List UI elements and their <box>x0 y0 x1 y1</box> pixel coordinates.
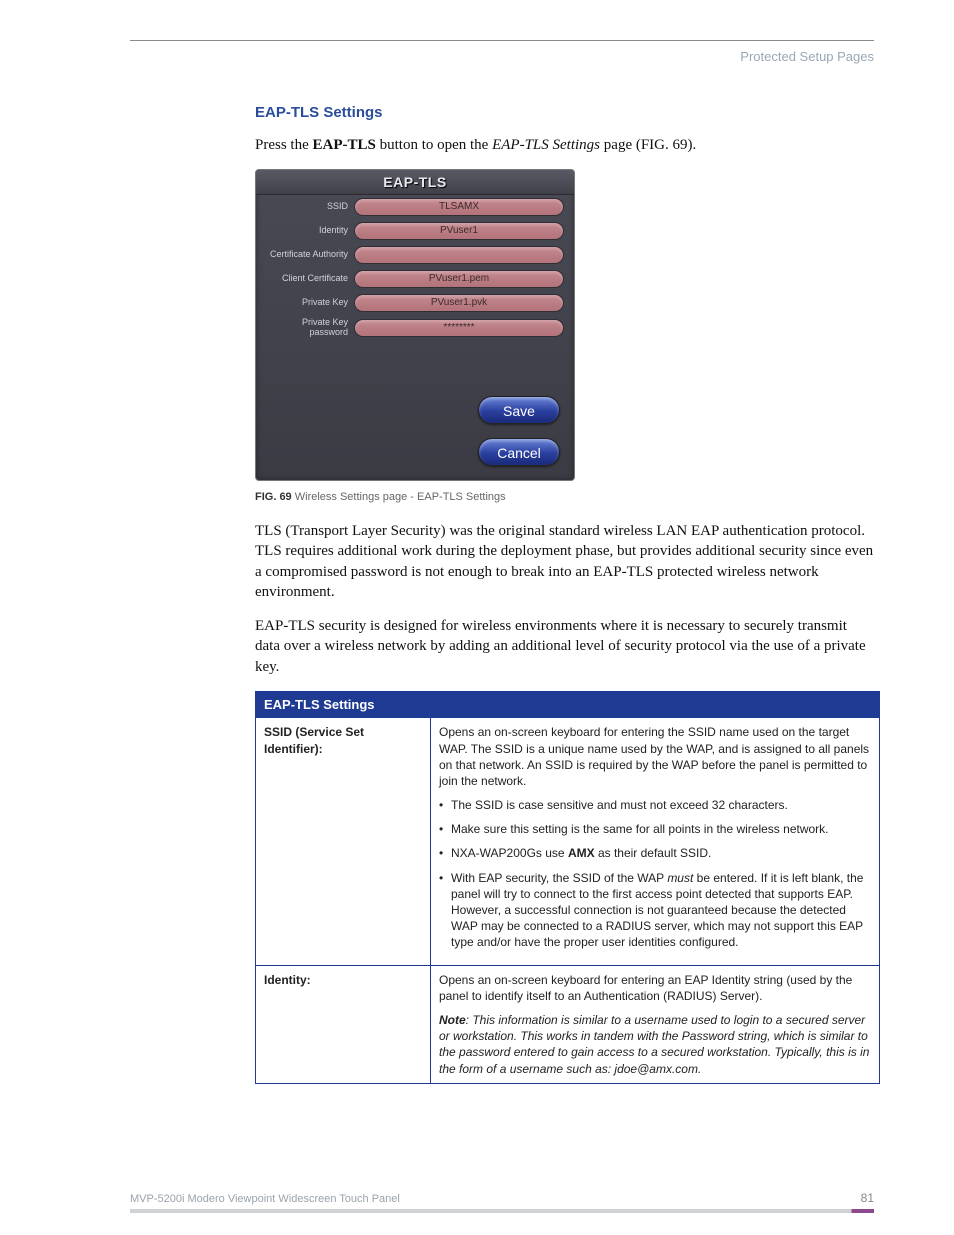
ssid-bullet-3: NXA-WAP200Gs use AMX as their default SS… <box>439 845 871 861</box>
table-desc-identity: Opens an on-screen keyboard for entering… <box>431 965 880 1083</box>
cancel-button[interactable]: Cancel <box>478 438 560 466</box>
ssid-bullet-4: With EAP security, the SSID of the WAP m… <box>439 870 871 951</box>
intro-paragraph: Press the EAP-TLS button to open the EAP… <box>255 135 874 155</box>
table-row: Identity: Opens an on-screen keyboard fo… <box>256 965 880 1083</box>
table-desc-ssid: Opens an on-screen keyboard for entering… <box>431 718 880 965</box>
eap-tls-settings-table: EAP-TLS Settings SSID (Service Set Ident… <box>255 691 880 1084</box>
page-number: 81 <box>861 1191 874 1205</box>
figure-caption-text: Wireless Settings page - EAP-TLS Setting… <box>292 491 506 503</box>
eap-label-ssid: SSID <box>266 202 354 212</box>
table-label-identity: Identity: <box>256 965 431 1083</box>
eap-row-identity: Identity PVuser1 <box>256 219 574 243</box>
eap-row-ssid: SSID TLSAMX <box>256 195 574 219</box>
eap-field-private-key[interactable]: PVuser1.pvk <box>354 294 564 312</box>
eap-label-private-key: Private Key <box>266 298 354 308</box>
intro-mid: button to open the <box>376 137 492 153</box>
header-section-label: Protected Setup Pages <box>130 49 874 64</box>
intro-prefix: Press the <box>255 137 313 153</box>
figure-caption-bold: FIG. 69 <box>255 491 292 503</box>
eap-label-private-key-pw: Private Key password <box>266 318 354 338</box>
eap-field-ssid[interactable]: TLSAMX <box>354 198 564 216</box>
identity-note-text: : This information is similar to a usern… <box>439 1013 869 1076</box>
eap-label-ca: Certificate Authority <box>266 250 354 260</box>
eap-panel-title: EAP-TLS <box>256 170 574 195</box>
eap-field-ca[interactable] <box>354 246 564 264</box>
eap-panel: EAP-TLS SSID TLSAMX Identity PVuser1 Cer… <box>255 169 575 481</box>
eap-row-client-cert: Client Certificate PVuser1.pem <box>256 267 574 291</box>
figure-eap-tls: EAP-TLS SSID TLSAMX Identity PVuser1 Cer… <box>255 169 874 481</box>
intro-suffix: page (FIG. 69). <box>600 137 696 153</box>
save-button[interactable]: Save <box>478 396 560 424</box>
footer-title: MVP-5200i Modero Viewpoint Widescreen To… <box>130 1193 400 1205</box>
body-paragraph-2: EAP-TLS security is designed for wireles… <box>255 616 874 677</box>
section-heading: EAP-TLS Settings <box>255 104 874 121</box>
body-paragraph-1: TLS (Transport Layer Security) was the o… <box>255 521 874 602</box>
ssid-bullet-2: Make sure this setting is the same for a… <box>439 821 871 837</box>
eap-row-ca: Certificate Authority <box>256 243 574 267</box>
eap-field-identity[interactable]: PVuser1 <box>354 222 564 240</box>
identity-note: Note: This information is similar to a u… <box>439 1012 871 1077</box>
identity-lead-text: Opens an on-screen keyboard for entering… <box>439 972 871 1004</box>
intro-italic: EAP-TLS Settings <box>492 137 600 153</box>
eap-field-private-key-pw[interactable]: ******** <box>354 319 564 337</box>
table-label-ssid: SSID (Service Set Identifier): <box>256 718 431 965</box>
intro-bold: EAP-TLS <box>313 137 376 153</box>
table-row: SSID (Service Set Identifier): Opens an … <box>256 718 880 965</box>
eap-row-private-key-pw: Private Key password ******** <box>256 315 574 341</box>
eap-field-client-cert[interactable]: PVuser1.pem <box>354 270 564 288</box>
ssid-lead-text: Opens an on-screen keyboard for entering… <box>439 724 871 789</box>
ssid-bullet-1: The SSID is case sensitive and must not … <box>439 797 871 813</box>
footer-rule <box>130 1209 874 1213</box>
eap-row-private-key: Private Key PVuser1.pvk <box>256 291 574 315</box>
figure-caption: FIG. 69 Wireless Settings page - EAP-TLS… <box>255 491 874 503</box>
identity-note-bold: Note <box>439 1013 466 1027</box>
table-title: EAP-TLS Settings <box>256 691 880 718</box>
eap-label-client-cert: Client Certificate <box>266 274 354 284</box>
page-footer: MVP-5200i Modero Viewpoint Widescreen To… <box>130 1191 874 1205</box>
eap-label-identity: Identity <box>266 226 354 236</box>
